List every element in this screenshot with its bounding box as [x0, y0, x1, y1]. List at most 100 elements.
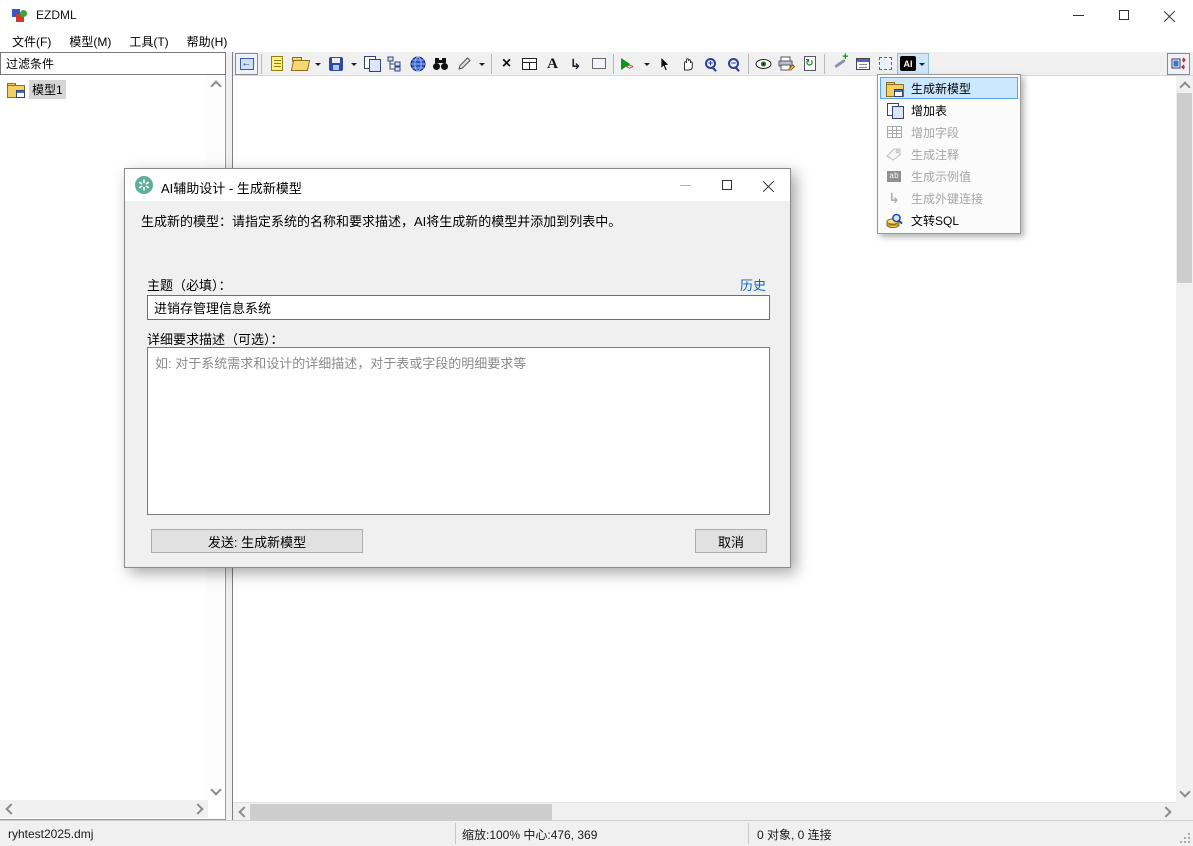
- table-icon: [522, 58, 537, 70]
- open-file-dropdown[interactable]: [311, 53, 324, 75]
- eye-icon: [755, 58, 772, 70]
- ai-menu-item-add-table[interactable]: 增加表: [880, 99, 1018, 121]
- ezdml-window: EZDML 文件(F) 模型(M) 工具(T) 帮助(H) 模型1: [0, 0, 1193, 846]
- openai-logo-icon: [135, 176, 153, 194]
- close-button[interactable]: [1147, 0, 1193, 30]
- edit-pencil-button[interactable]: [452, 53, 475, 75]
- ai-menu-item-text-to-sql[interactable]: 文转SQL: [880, 209, 1018, 231]
- fit-selection-button[interactable]: [874, 53, 897, 75]
- pencil-icon: [456, 56, 472, 72]
- history-link[interactable]: 历史: [740, 275, 766, 294]
- menu-file[interactable]: 文件(F): [3, 30, 60, 53]
- new-table-button[interactable]: [518, 53, 541, 75]
- scroll-up-button[interactable]: [1176, 76, 1193, 93]
- filter-input[interactable]: [0, 52, 226, 75]
- detail-label: 详细要求描述（可选）：: [147, 329, 284, 348]
- properties-button[interactable]: [851, 53, 874, 75]
- generate-sample-icon: ab: [885, 171, 903, 182]
- detail-textarea[interactable]: [147, 347, 770, 515]
- copy-icon: [364, 56, 380, 71]
- printer-icon: [778, 56, 795, 71]
- tree-view-button[interactable]: [383, 53, 406, 75]
- collapse-panel-button[interactable]: ←: [235, 53, 258, 75]
- zoom-in-icon: +: [705, 58, 716, 69]
- maximize-button[interactable]: [1101, 0, 1147, 30]
- run-dropdown[interactable]: [640, 53, 653, 75]
- ai-menu-item-generate-model[interactable]: 生成新模型: [880, 77, 1018, 99]
- add-rectangle-button[interactable]: [587, 53, 610, 75]
- toolbar-separator: [613, 54, 614, 74]
- export-button[interactable]: [775, 53, 798, 75]
- scroll-right-button[interactable]: [191, 800, 208, 818]
- ai-icon: AI: [900, 56, 916, 71]
- scroll-right-button[interactable]: [1159, 803, 1176, 821]
- tree-view-icon: [387, 56, 403, 72]
- collapse-panel-icon: ←: [240, 58, 254, 70]
- sync-window-button[interactable]: [1167, 53, 1190, 75]
- ai-menu-item-generate-comment[interactable]: 生成注释: [880, 143, 1018, 165]
- canvas-horizontal-scrollbar[interactable]: [233, 802, 1176, 820]
- menubar: 文件(F) 模型(M) 工具(T) 帮助(H): [0, 30, 1193, 52]
- add-connection-button[interactable]: ↳: [564, 53, 587, 75]
- topic-label: 主题（必填）：: [147, 275, 232, 294]
- maximize-icon: [722, 180, 732, 190]
- horizontal-scroll-thumb[interactable]: [250, 804, 552, 820]
- ai-menu-item-add-field[interactable]: 增加字段: [880, 121, 1018, 143]
- toolbar-separator: [824, 54, 825, 74]
- status-file-name: ryhtest2025.dmj: [8, 821, 93, 846]
- ai-menu-item-generate-fk[interactable]: ↳ 生成外键连接: [880, 187, 1018, 209]
- delete-button[interactable]: ×: [495, 53, 518, 75]
- find-button[interactable]: [429, 53, 452, 75]
- topic-input[interactable]: [147, 295, 770, 320]
- open-file-button[interactable]: [288, 53, 311, 75]
- copy-diagram-button[interactable]: [360, 53, 383, 75]
- dialog-minimize-button[interactable]: [664, 169, 706, 201]
- zoom-in-button[interactable]: +: [699, 53, 722, 75]
- model-folder-icon: [7, 83, 24, 96]
- find-binoculars-icon: [432, 57, 449, 71]
- pan-hand-button[interactable]: [676, 53, 699, 75]
- status-zoom-info: 缩放:100% 中心:476, 369: [462, 821, 597, 846]
- status-objects-info: 0 对象, 0 连接: [757, 821, 832, 846]
- cancel-button[interactable]: 取消: [695, 529, 767, 553]
- dialog-maximize-button[interactable]: [706, 169, 748, 201]
- preview-button[interactable]: [752, 53, 775, 75]
- globe-button[interactable]: [406, 53, 429, 75]
- tree-item-label: 模型1: [29, 80, 66, 99]
- menu-item-label: 文转SQL: [911, 212, 959, 229]
- generate-model-icon: [885, 82, 903, 95]
- ai-assistant-button[interactable]: AI: [897, 53, 929, 75]
- connector-icon: ↳: [570, 57, 582, 71]
- refresh-document-button[interactable]: ↻: [798, 53, 821, 75]
- send-button[interactable]: 发送: 生成新模型: [151, 529, 363, 553]
- new-file-button[interactable]: [265, 53, 288, 75]
- save-file-button[interactable]: [324, 53, 347, 75]
- ai-menu-item-generate-sample[interactable]: ab 生成示例值: [880, 165, 1018, 187]
- chevron-down-icon: [479, 63, 485, 69]
- menu-tools[interactable]: 工具(T): [120, 30, 177, 53]
- toolbar-separator: [748, 54, 749, 74]
- status-divider: [455, 823, 456, 844]
- add-tool-button[interactable]: [828, 53, 851, 75]
- select-cursor-button[interactable]: [653, 53, 676, 75]
- tree-item-model1[interactable]: 模型1: [0, 75, 208, 101]
- add-text-button[interactable]: A: [541, 53, 564, 75]
- run-button[interactable]: [617, 53, 640, 75]
- minimize-button[interactable]: [1055, 0, 1101, 30]
- menu-model[interactable]: 模型(M): [60, 30, 120, 53]
- scroll-up-button[interactable]: [207, 75, 224, 92]
- save-file-dropdown[interactable]: [347, 53, 360, 75]
- scroll-down-button[interactable]: [207, 783, 224, 800]
- sidebar-horizontal-scrollbar[interactable]: [0, 800, 208, 818]
- scroll-left-button[interactable]: [233, 803, 250, 821]
- resize-grip[interactable]: [1179, 832, 1191, 844]
- scroll-down-button[interactable]: [1176, 785, 1193, 802]
- canvas-vertical-scrollbar[interactable]: [1176, 76, 1193, 820]
- menu-help[interactable]: 帮助(H): [178, 30, 237, 53]
- dialog-close-button[interactable]: [748, 169, 790, 201]
- scroll-left-button[interactable]: [0, 800, 17, 818]
- vertical-scroll-thumb[interactable]: [1177, 93, 1192, 283]
- edit-pencil-dropdown[interactable]: [475, 53, 488, 75]
- zoom-out-button[interactable]: −: [722, 53, 745, 75]
- toolbar-separator: [491, 54, 492, 74]
